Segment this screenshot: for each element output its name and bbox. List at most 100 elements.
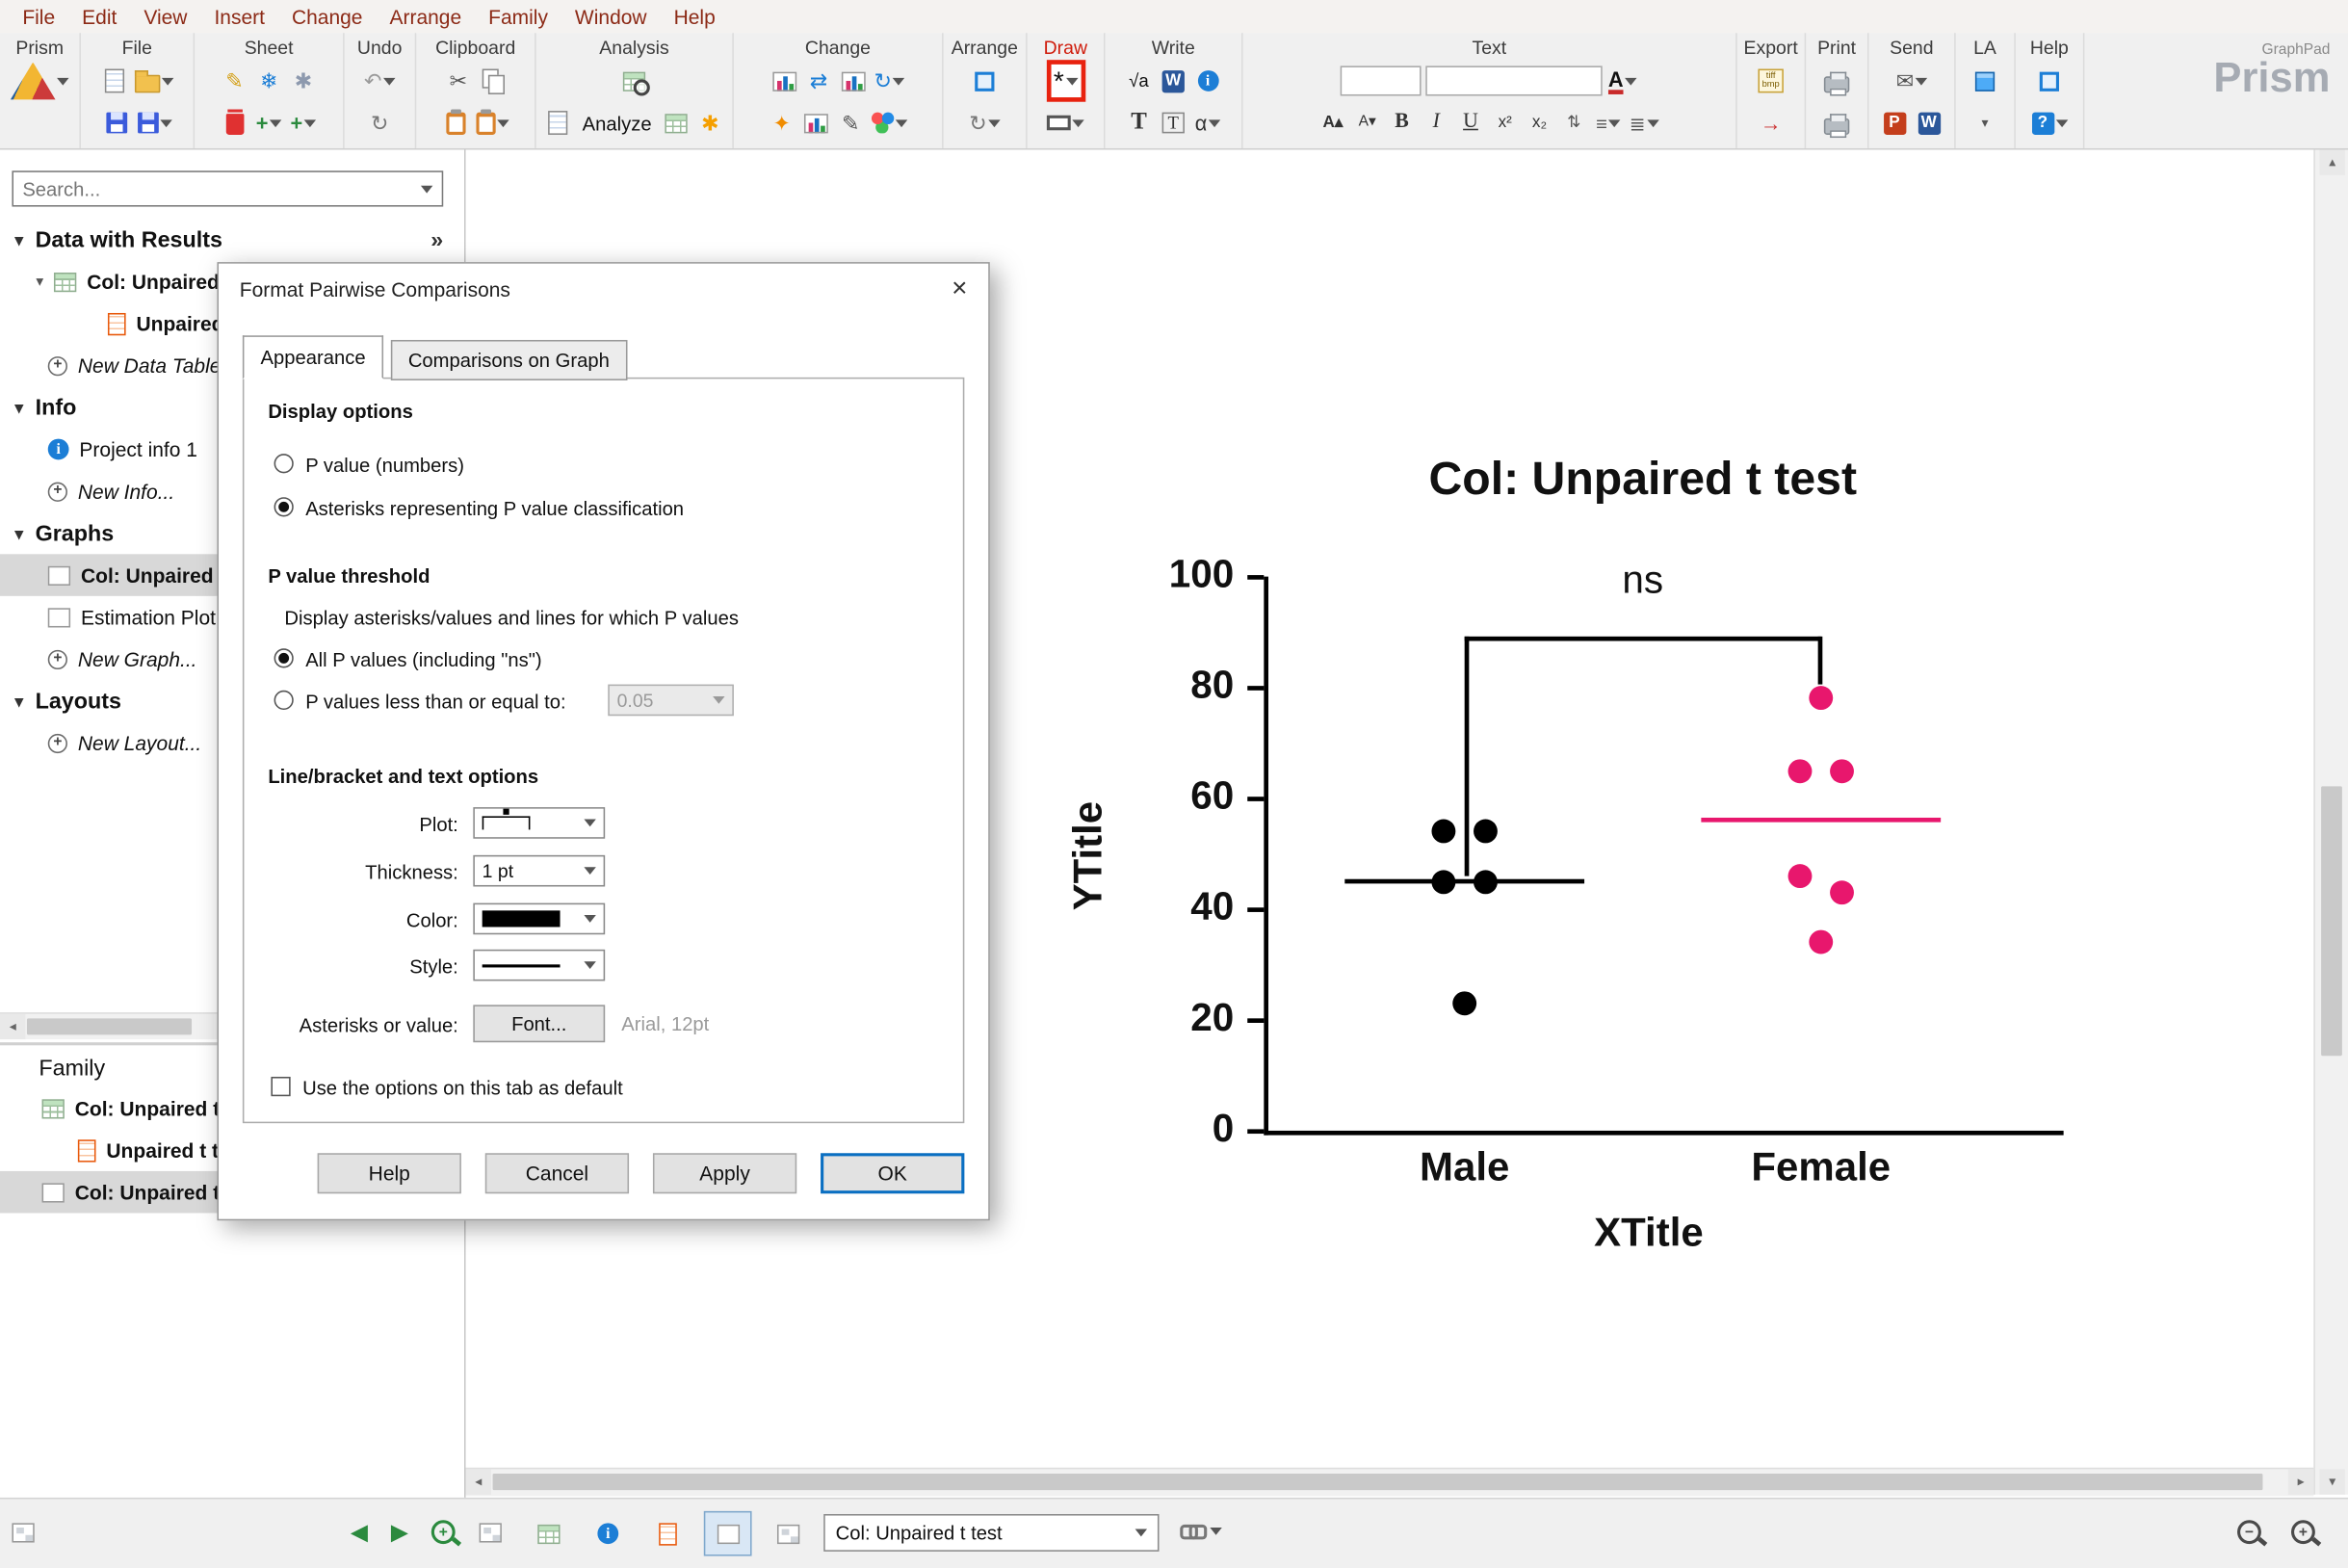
apply-analysis-icon[interactable]: ✱ [695,106,725,139]
data-point-male-2[interactable] [1431,869,1456,894]
threshold-value-select[interactable]: 0.05 [608,684,734,717]
word-notes-icon[interactable]: W [1159,65,1188,97]
decrease-font-icon[interactable]: A▾ [1352,106,1382,139]
analyze-page-icon[interactable] [543,106,573,139]
comparison-bracket-right[interactable] [1817,636,1822,685]
sheet-gallery-zoom-icon[interactable]: + [430,1520,456,1545]
delete-sheet-icon[interactable] [220,106,249,139]
color-scheme-icon[interactable] [870,106,908,139]
cancel-button[interactable]: Cancel [484,1153,630,1194]
rotate-object-icon[interactable]: ↻ [968,106,1002,139]
data-point-female-4[interactable] [1830,880,1854,904]
refresh-analysis-icon[interactable]: ↻ [873,65,906,97]
bold-icon[interactable]: B [1387,106,1417,139]
data-tables-view-button[interactable] [524,1511,572,1556]
paste-icon[interactable] [440,106,470,139]
help-guides-icon[interactable] [2034,65,2064,97]
sheet-selector[interactable]: Col: Unpaired t test [823,1514,1160,1552]
new-sheet-icon[interactable]: + [254,106,284,139]
comparison-bracket-left[interactable] [1464,636,1469,876]
font-button[interactable]: Font... [473,1005,606,1043]
info-view-button[interactable] [584,1511,632,1556]
prism-menu-button[interactable] [9,62,70,100]
menu-view[interactable]: View [130,5,200,27]
baseline-offset-icon[interactable]: ⇅ [1559,106,1589,139]
paste-special-icon[interactable] [475,106,510,139]
analyze-table-icon[interactable] [661,106,691,139]
menu-file[interactable]: File [9,5,68,27]
highlight-sheet-icon[interactable]: ✎ [220,65,249,97]
menu-edit[interactable]: Edit [68,5,130,27]
la-options-icon[interactable]: ▾ [1970,106,1999,139]
scrollbar-thumb[interactable] [2321,786,2342,1057]
dialog-titlebar[interactable]: Format Pairwise Comparisons × [219,264,988,315]
link-button[interactable] [1180,1523,1222,1540]
data-point-female-3[interactable] [1787,863,1813,888]
menu-family[interactable]: Family [475,5,561,27]
menu-window[interactable]: Window [561,5,661,27]
status-corner-icon[interactable] [12,1523,35,1543]
draw-asterisk-icon[interactable]: * [1046,60,1085,102]
overflow-icon[interactable]: » [430,227,443,252]
italic-icon[interactable]: I [1422,106,1451,139]
prev-sheet-button[interactable]: ◀ [351,1519,368,1545]
equation-icon[interactable]: √a [1124,65,1154,97]
export-tiff-icon[interactable]: tiff bmp [1756,65,1786,97]
align-objects-icon[interactable] [970,65,1000,97]
undo-icon[interactable]: ↶ [362,65,396,97]
menu-insert[interactable]: Insert [200,5,277,27]
data-point-female-1[interactable] [1787,758,1813,783]
next-sheet-button[interactable]: ▶ [391,1519,408,1545]
radio-asterisks[interactable] [274,497,294,517]
section-chevron-icon[interactable]: ▾ [15,230,24,249]
main-vertical-scrollbar[interactable]: ▴ ▾ [2313,149,2348,1495]
ok-button[interactable]: OK [821,1153,965,1194]
section-chevron-icon[interactable]: ▾ [15,523,24,543]
greek-letters-icon[interactable]: α [1192,106,1222,139]
gallery-view-icon[interactable] [479,1523,502,1543]
scrollbar-thumb[interactable] [492,1474,2263,1491]
section-chevron-icon[interactable]: ▾ [15,692,24,711]
font-size-combo[interactable] [1340,65,1422,96]
search-box[interactable] [12,170,444,207]
export-file-icon[interactable]: → [1756,106,1786,139]
info-bubble-icon[interactable] [1192,65,1222,97]
font-family-combo[interactable] [1425,65,1603,96]
data-point-female-0[interactable] [1809,686,1834,711]
draw-shape-icon[interactable] [1045,106,1085,139]
layouts-view-button[interactable] [764,1511,812,1556]
plot-select[interactable] [473,807,606,839]
freeze-sheet-icon[interactable]: ❄ [254,65,284,97]
underline-icon[interactable]: U [1455,106,1485,139]
default-checkbox[interactable] [271,1076,291,1097]
print-icon[interactable] [1822,65,1852,97]
subscript-icon[interactable]: x₂ [1525,106,1554,139]
mean-line-female[interactable] [1701,818,1942,823]
open-file-icon[interactable] [133,65,175,97]
save-as-icon[interactable] [136,106,173,139]
color-select[interactable] [473,902,606,935]
align-text-icon[interactable]: ≡ [1593,106,1623,139]
section-data-with-results[interactable]: ▾ Data with Results » [0,219,464,261]
data-point-male-1[interactable] [1474,819,1498,844]
copy-icon[interactable] [478,65,508,97]
x-category-label[interactable]: Female [1671,1144,1970,1190]
text-box-icon[interactable]: T [1159,106,1188,139]
graph-title[interactable]: Col: Unpaired t test [1428,453,1857,507]
data-point-male-0[interactable] [1431,819,1456,844]
expand-chevron-icon[interactable]: ▾ [36,274,43,290]
menu-arrange[interactable]: Arrange [376,5,475,27]
scroll-left-icon[interactable]: ◂ [0,1013,26,1040]
exclude-values-icon[interactable]: ✱ [288,65,318,97]
powerpoint-icon[interactable]: P [1879,106,1909,139]
x-axis-title[interactable]: XTitle [1499,1210,1798,1256]
text-tool-icon[interactable]: T [1124,106,1154,139]
email-icon[interactable]: ✉ [1894,65,1928,97]
comparison-bracket-top[interactable] [1464,636,1821,640]
new-file-icon[interactable] [99,65,129,97]
y-axis-title[interactable]: YTitle [1065,706,1111,1006]
radio-p-values-lte[interactable] [274,690,294,711]
menu-help[interactable]: Help [661,5,729,27]
analyze-button[interactable]: Analyze [578,106,656,139]
edit-axes-icon[interactable]: ✎ [836,106,866,139]
